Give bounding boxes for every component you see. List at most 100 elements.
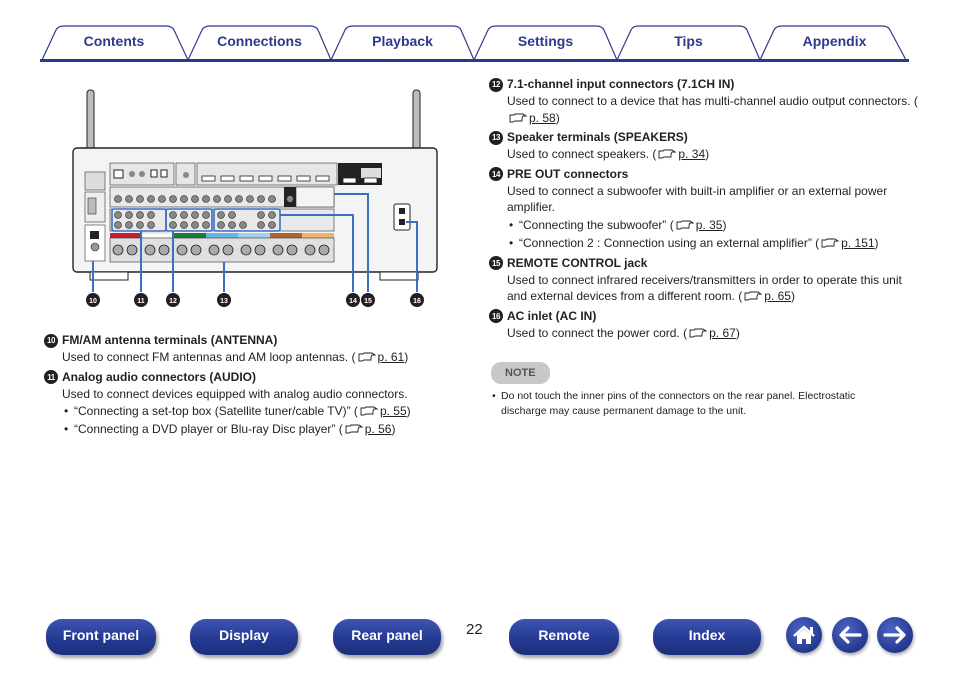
bullet-item: “Connecting a DVD player or Blu-ray Disc… bbox=[44, 420, 464, 438]
callout-12: 12 bbox=[166, 293, 180, 307]
bullet-text: “Connection 2 : Connection using an exte… bbox=[519, 235, 812, 250]
tab-label: Appendix bbox=[802, 33, 867, 49]
tab-label: Contents bbox=[83, 33, 145, 49]
item-number-badge: 13 bbox=[489, 130, 503, 145]
arrow-right-icon bbox=[883, 626, 906, 644]
tab-settings[interactable]: Settings bbox=[474, 24, 617, 62]
tab-label: Tips bbox=[674, 33, 703, 49]
callout-16: 16 bbox=[410, 293, 424, 307]
page-ref-link[interactable]: p. 55 bbox=[380, 404, 407, 418]
page-ref-link[interactable]: p. 58 bbox=[529, 111, 556, 125]
item-15: 15 REMOTE CONTROL jack Used to connect in… bbox=[489, 255, 919, 305]
page-ref-link[interactable]: p. 151 bbox=[841, 236, 874, 250]
item-description: Used to connect the power cord. bbox=[507, 325, 680, 340]
item-description: Used to connect devices equipped with an… bbox=[62, 386, 408, 401]
item-title: 7.1-channel input connectors (7.1CH IN) bbox=[507, 77, 735, 91]
page-ref-link[interactable]: p. 61 bbox=[378, 350, 405, 364]
pointing-hand-icon bbox=[360, 406, 378, 416]
svg-text:16: 16 bbox=[413, 298, 421, 305]
note-badge: NOTE bbox=[491, 362, 550, 384]
chapter-tabs: Contents Connections Playback Settings T… bbox=[40, 24, 909, 62]
svg-text:13: 13 bbox=[220, 298, 228, 305]
tab-appendix[interactable]: Appendix bbox=[760, 24, 909, 62]
speaker-label-strip bbox=[110, 232, 334, 239]
tab-contents[interactable]: Contents bbox=[40, 24, 188, 62]
tab-label: Settings bbox=[517, 33, 574, 49]
forward-button[interactable] bbox=[877, 617, 913, 653]
item-number-badge: 11 bbox=[44, 370, 58, 384]
item-title: Speaker terminals (SPEAKERS) bbox=[507, 130, 688, 144]
svg-text:11: 11 bbox=[137, 298, 145, 305]
item-number-badge: 10 bbox=[44, 333, 58, 348]
index-button[interactable]: Index bbox=[653, 619, 761, 655]
home-button[interactable] bbox=[786, 617, 822, 653]
item-title: AC inlet (AC IN) bbox=[507, 308, 597, 323]
svg-text:14: 14 bbox=[349, 298, 357, 305]
pointing-hand-icon bbox=[821, 238, 840, 247]
arrow-left-icon bbox=[839, 626, 862, 644]
item-title: REMOTE CONTROL jack bbox=[507, 255, 648, 270]
pointing-hand-icon bbox=[744, 291, 763, 301]
tab-label: Connections bbox=[217, 33, 302, 49]
bullet-text: “Connecting a DVD player or Blu-ray Disc… bbox=[74, 422, 336, 436]
pointing-hand-icon bbox=[689, 328, 708, 337]
callout-15: 15 bbox=[361, 293, 375, 307]
item-number-badge: 12 bbox=[489, 77, 503, 92]
callout-11: 11 bbox=[134, 293, 148, 307]
bullet-item: “Connecting the subwoofer” (p. 35) bbox=[489, 216, 919, 234]
page-ref-link[interactable]: p. 34 bbox=[678, 147, 705, 161]
ac-inlet bbox=[393, 203, 411, 231]
callout-14: 14 bbox=[346, 293, 360, 307]
svg-text:12: 12 bbox=[169, 298, 177, 305]
page-ref-link[interactable]: p. 67 bbox=[709, 326, 736, 340]
bullet-item: “Connecting a set-top box (Satellite tun… bbox=[44, 402, 464, 420]
home-icon bbox=[793, 625, 815, 644]
item-title: PRE OUT connectors bbox=[507, 166, 629, 181]
remote-button[interactable]: Remote bbox=[509, 619, 619, 655]
note-text: Do not touch the inner pins of the conne… bbox=[489, 389, 889, 418]
pointing-hand-icon bbox=[676, 220, 694, 229]
item-13: 13 Speaker terminals (SPEAKERS) Used to c… bbox=[489, 129, 919, 163]
item-title: FM/AM antenna terminals (ANTENNA) bbox=[62, 333, 278, 347]
tab-underline bbox=[40, 59, 909, 62]
item-description: Used to connect speakers. bbox=[507, 147, 650, 161]
item-description: Used to connect a subwoofer with built-i… bbox=[507, 183, 888, 215]
description-column-left: 10 FM/AM antenna terminals (ANTENNA) Used… bbox=[44, 332, 464, 441]
pointing-hand-icon bbox=[658, 149, 677, 159]
rear-panel-illustration: 10 11 12 13 14 15 16 bbox=[62, 84, 452, 314]
rear-panel-drawing: 10 11 12 13 14 15 16 bbox=[72, 89, 438, 307]
callout-numbers: 10 11 12 13 14 15 16 bbox=[86, 293, 424, 307]
tab-playback[interactable]: Playback bbox=[331, 24, 474, 62]
callout-13: 13 bbox=[217, 293, 231, 307]
page-ref-link[interactable]: p. 56 bbox=[365, 422, 392, 436]
description-column-right: 12 7.1-channel input connectors (7.1CH IN… bbox=[489, 76, 919, 418]
item-title: Analog audio connectors (AUDIO) bbox=[62, 369, 257, 384]
item-14: 14 PRE OUT connectors Used to connect a s… bbox=[489, 166, 919, 252]
item-11: 11 Analog audio connectors (AUDIO) Used t… bbox=[44, 369, 464, 438]
pointing-hand-icon bbox=[509, 113, 527, 122]
item-description: Used to connect infrared receivers/trans… bbox=[507, 272, 902, 304]
item-16: 16 AC inlet (AC IN) Used to connect the p… bbox=[489, 308, 919, 342]
item-description: Used to connect FM antennas and AM loop … bbox=[62, 350, 349, 364]
pointing-hand-icon bbox=[358, 352, 376, 362]
bullet-text: “Connecting a set-top box (Satellite tun… bbox=[74, 404, 351, 418]
pointing-hand-icon bbox=[345, 424, 363, 434]
item-10: 10 FM/AM antenna terminals (ANTENNA) Used… bbox=[44, 332, 464, 366]
tab-label: Playback bbox=[372, 33, 433, 49]
front-panel-button[interactable]: Front panel bbox=[46, 619, 156, 655]
item-number-badge: 15 bbox=[489, 256, 503, 270]
bullet-text: “Connecting the subwoofer” bbox=[519, 217, 667, 232]
page-number: 22 bbox=[466, 621, 483, 638]
tab-tips[interactable]: Tips bbox=[617, 24, 760, 62]
item-number-badge: 14 bbox=[489, 167, 503, 181]
back-button[interactable] bbox=[832, 617, 868, 653]
svg-text:15: 15 bbox=[364, 298, 372, 305]
rear-panel-button[interactable]: Rear panel bbox=[333, 619, 441, 655]
page-ref-link[interactable]: p. 65 bbox=[764, 289, 791, 303]
tab-connections[interactable]: Connections bbox=[188, 24, 331, 62]
item-number-badge: 16 bbox=[489, 309, 503, 323]
page-ref-link[interactable]: p. 35 bbox=[696, 218, 723, 232]
callout-10: 10 bbox=[86, 293, 100, 307]
display-button[interactable]: Display bbox=[190, 619, 298, 655]
svg-text:10: 10 bbox=[89, 298, 97, 305]
